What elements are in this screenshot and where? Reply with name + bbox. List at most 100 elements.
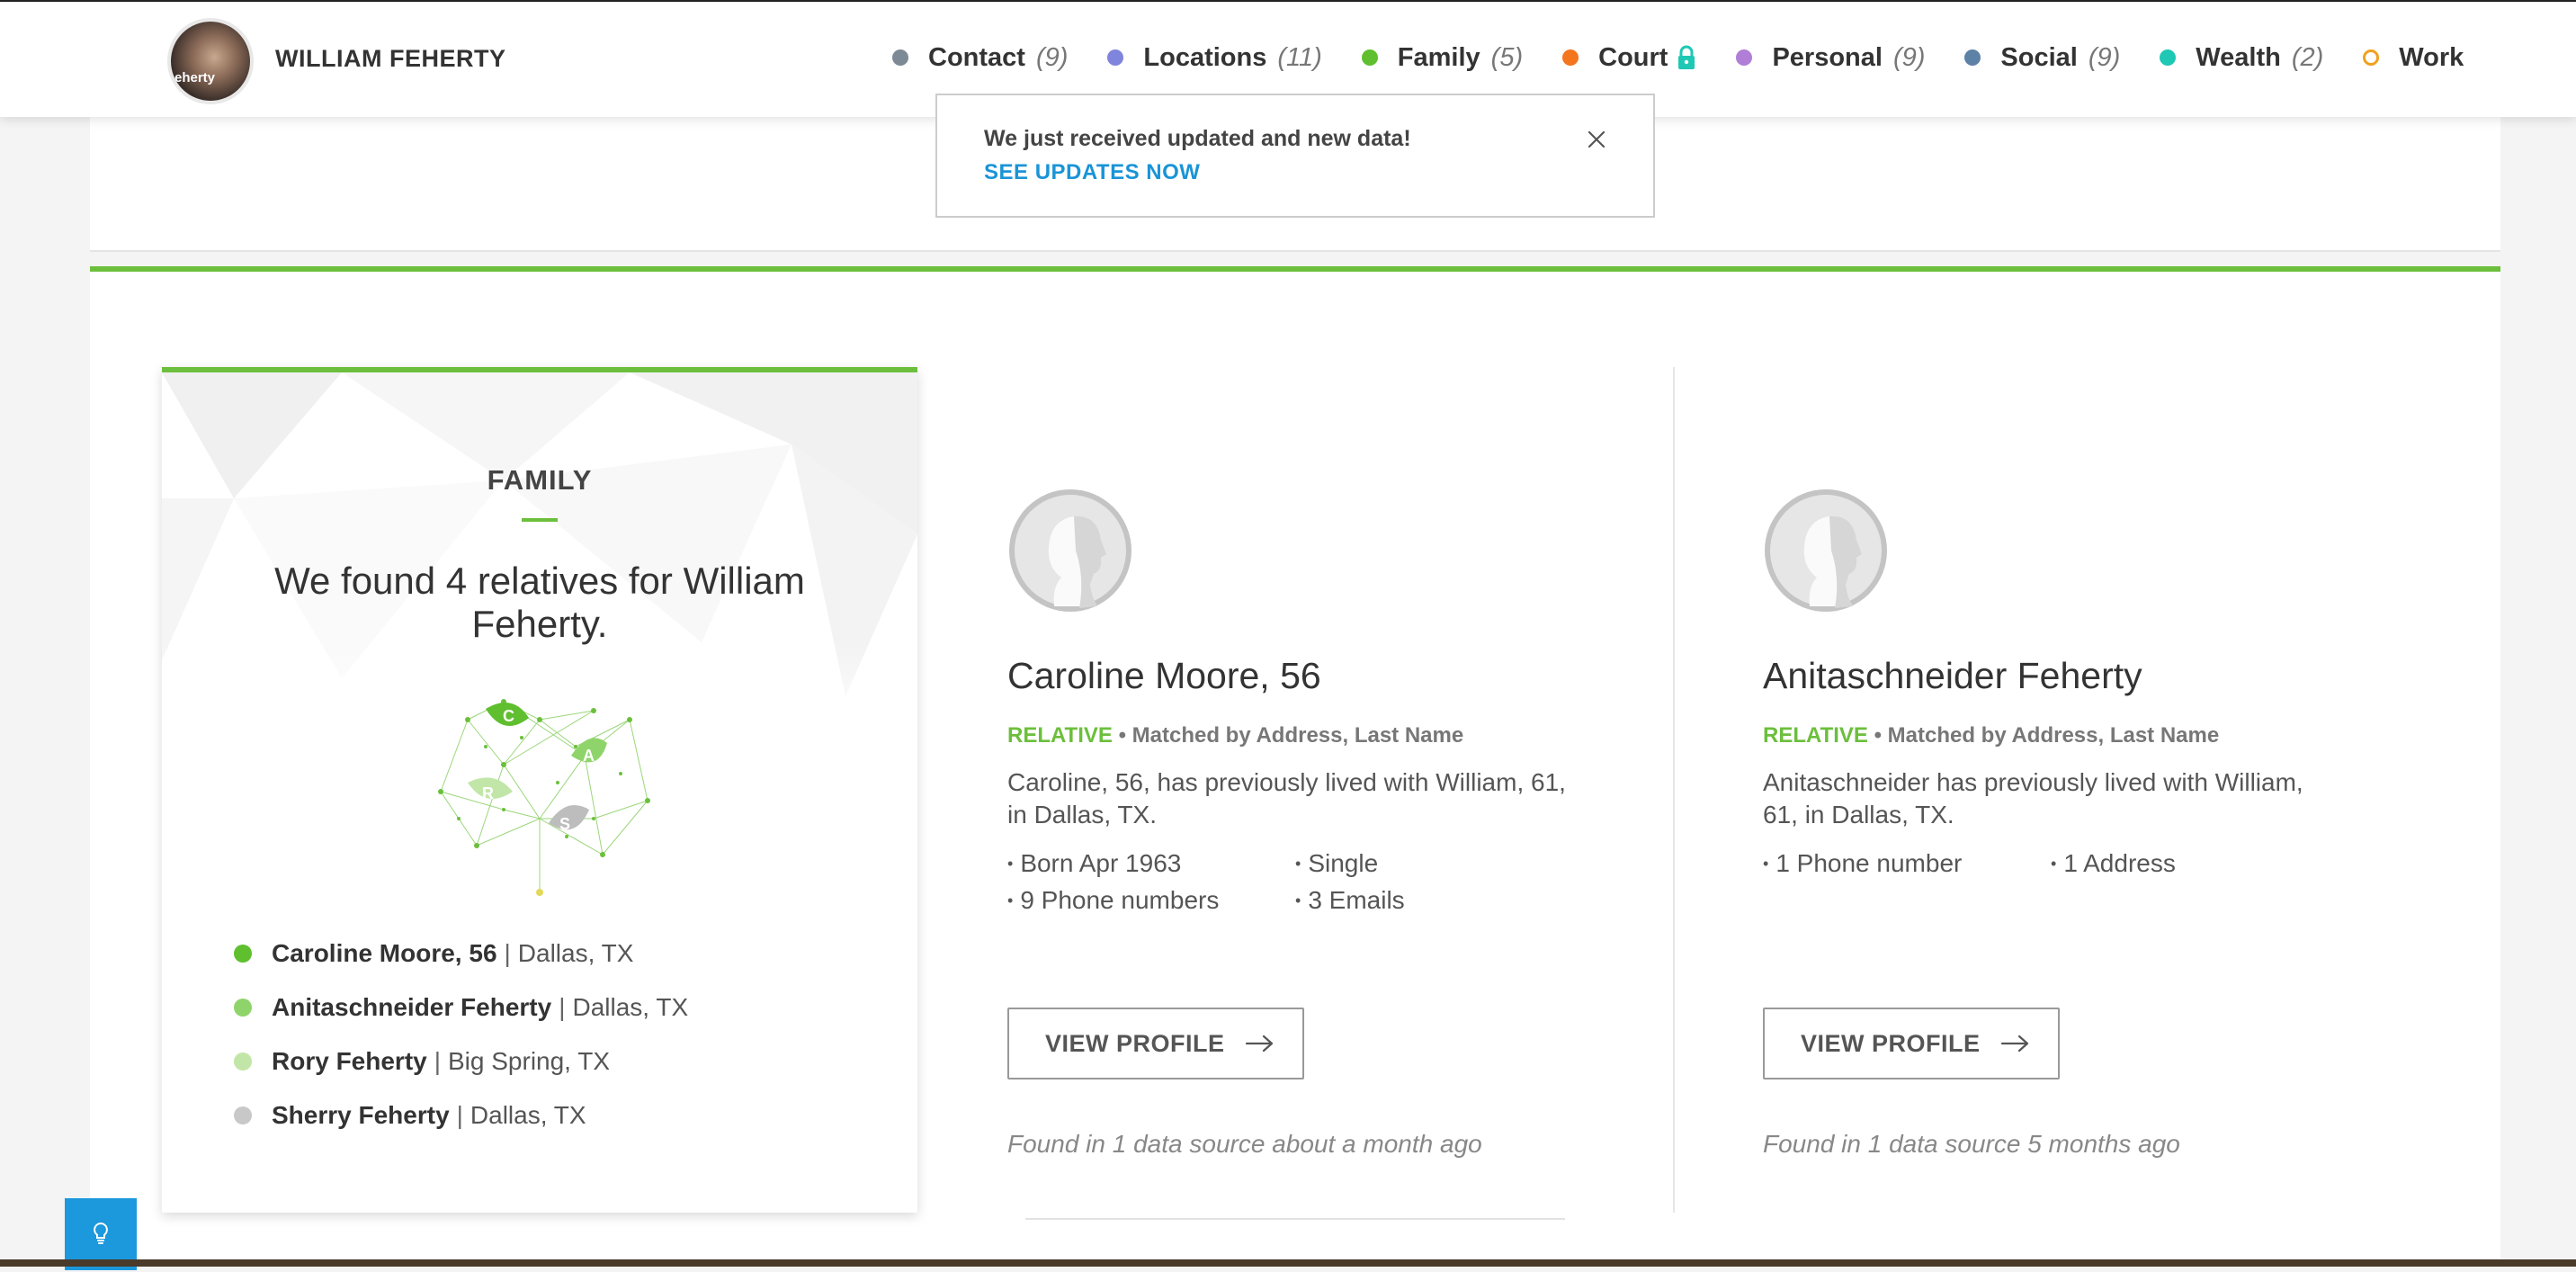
nav-label: Work (2399, 42, 2464, 72)
lock-icon (1678, 45, 1695, 69)
relative-meta: RELATIVE • Matched by Address, Last Name (1007, 723, 1463, 748)
avatar-caption: eherty (174, 70, 216, 85)
nav-dot-icon (1562, 49, 1579, 66)
profile-avatar[interactable]: eherty (167, 18, 254, 104)
nav-dot-icon (1736, 49, 1753, 66)
title-underline (522, 518, 558, 522)
profile-name: WILLIAM FEHERTY (275, 45, 506, 72)
nav-item-social[interactable]: Social (9) (1964, 43, 2120, 73)
separator: | (504, 939, 511, 967)
fact-item: 1 Phone number (1763, 847, 2051, 882)
nav-item-locations[interactable]: Locations (11) (1107, 42, 1322, 73)
separator: | (434, 1047, 441, 1075)
relative-description: Caroline, 56, has previously lived with … (1007, 768, 1566, 829)
nav-label: Locations (1143, 42, 1267, 72)
nav-dot-icon (1964, 49, 1981, 66)
bottom-edge (0, 1259, 2576, 1267)
button-label: VIEW PROFILE (1045, 1029, 1225, 1057)
list-item[interactable]: Sherry Feherty | Dallas, TX (234, 1088, 688, 1142)
nav-label: Court (1598, 42, 1668, 72)
match-criteria: Matched by Address, Last Name (1887, 723, 2220, 748)
list-item[interactable]: Caroline Moore, 56 | Dallas, TX (234, 927, 688, 981)
nav-item-family[interactable]: Family (5) (1361, 42, 1524, 73)
relative-city: Big Spring, TX (448, 1047, 611, 1075)
nav-item-contact[interactable]: Contact (9) (892, 43, 1068, 73)
nav-label: Social (2000, 42, 2078, 72)
tree-leaf-label: R (482, 784, 494, 802)
nav-count: (2) (2291, 42, 2324, 72)
relative-description: Anitaschneider has previously lived with… (1763, 768, 2303, 829)
relative-city: Dallas, TX (517, 939, 634, 967)
data-source-note: Found in 1 data source about a month ago (1007, 1130, 1482, 1158)
silhouette-avatar-icon (1009, 489, 1131, 612)
fact-item: 1 Address (2051, 847, 2339, 882)
relative-dot-icon (234, 1106, 252, 1124)
nav-label: Wealth (2196, 42, 2281, 72)
relative-dot-icon (234, 999, 252, 1017)
section-nav: Contact (9) Locations (11) Family (5) Co… (892, 36, 2464, 79)
relative-card-anitaschneider: Anitaschneider Feherty RELATIVE • Matche… (1763, 272, 2411, 1272)
button-label: VIEW PROFILE (1801, 1029, 1981, 1057)
relative-card-name: Anitaschneider Feherty (1763, 655, 2142, 696)
separator: | (456, 1101, 463, 1129)
tree-leaf-label: S (559, 815, 570, 833)
nav-count: (9) (1892, 42, 1926, 72)
list-item[interactable]: Rory Feherty | Big Spring, TX (234, 1035, 688, 1088)
bullet-separator: • (1874, 723, 1882, 748)
nav-count: (11) (1277, 42, 1322, 72)
nav-item-wealth[interactable]: Wealth (2) (2160, 43, 2323, 73)
nav-item-work[interactable]: Work (2363, 43, 2464, 73)
lightbulb-icon (94, 1222, 108, 1244)
nav-count: (5) (1490, 42, 1524, 72)
nav-count: (9) (2088, 42, 2121, 72)
nav-dot-icon (1107, 49, 1124, 66)
match-criteria: Matched by Address, Last Name (1131, 723, 1464, 748)
relative-name: Sherry Feherty (272, 1101, 450, 1129)
notification-message: We just received updated and new data! (984, 126, 1411, 151)
list-item[interactable]: Anitaschneider Feherty | Dallas, TX (234, 981, 688, 1035)
separator: | (559, 993, 566, 1021)
relative-tag: RELATIVE (1007, 723, 1113, 748)
see-updates-link[interactable]: SEE UPDATES NOW (984, 160, 1200, 185)
relative-card-name: Caroline Moore, 56 (1007, 655, 1321, 696)
nav-dot-icon (2160, 49, 2177, 66)
nav-label: Personal (1772, 42, 1883, 72)
data-source-note: Found in 1 data source 5 months ago (1763, 1130, 2180, 1158)
silhouette-avatar-icon (1765, 489, 1887, 612)
view-profile-button[interactable]: VIEW PROFILE (1007, 1008, 1304, 1079)
relative-name: Rory Feherty (272, 1047, 427, 1075)
relatives-list: Caroline Moore, 56 | Dallas, TX Anitasch… (234, 927, 688, 1142)
family-card-title: FAMILY (487, 464, 593, 496)
family-section: FAMILY We found 4 relatives for William … (90, 266, 2500, 1267)
view-profile-button[interactable]: VIEW PROFILE (1763, 1008, 2060, 1079)
relative-city: Dallas, TX (470, 1101, 586, 1129)
relative-city: Dallas, TX (572, 993, 689, 1021)
family-headline: We found 4 relatives for William Feherty… (274, 560, 805, 645)
row-divider (1025, 1218, 1565, 1220)
relative-dot-icon (234, 1053, 252, 1070)
tree-leaf-label: A (583, 747, 595, 765)
family-summary-card: FAMILY We found 4 relatives for William … (162, 367, 917, 1213)
fact-item: Single (1295, 847, 1583, 882)
relative-card-caroline: Caroline Moore, 56 RELATIVE • Matched by… (1007, 272, 1655, 1272)
relative-dot-icon (234, 945, 252, 963)
relative-meta: RELATIVE • Matched by Address, Last Name (1763, 723, 2219, 748)
relative-facts: Born Apr 1963 Single 9 Phone numbers 3 E… (1007, 847, 1583, 919)
fact-item: 9 Phone numbers (1007, 884, 1295, 919)
family-tree-icon: C A R S (438, 699, 650, 896)
relative-name: Caroline Moore, 56 (272, 939, 497, 967)
bullet-separator: • (1118, 723, 1126, 748)
card-divider (1673, 367, 1675, 1213)
relative-tag: RELATIVE (1763, 723, 1868, 748)
fact-item: Born Apr 1963 (1007, 847, 1295, 882)
nav-dot-icon (1361, 49, 1378, 66)
close-icon[interactable] (1585, 128, 1608, 151)
fact-item: 3 Emails (1295, 884, 1583, 919)
tree-leaf-label: C (503, 707, 514, 725)
nav-item-personal[interactable]: Personal (9) (1736, 43, 1925, 73)
nav-count: (9) (1035, 42, 1069, 72)
arrow-right-icon (2000, 1035, 2028, 1053)
nav-item-court[interactable]: Court (1562, 43, 1696, 73)
relative-facts: 1 Phone number 1 Address (1763, 847, 2339, 882)
nav-dot-icon (2363, 49, 2380, 66)
